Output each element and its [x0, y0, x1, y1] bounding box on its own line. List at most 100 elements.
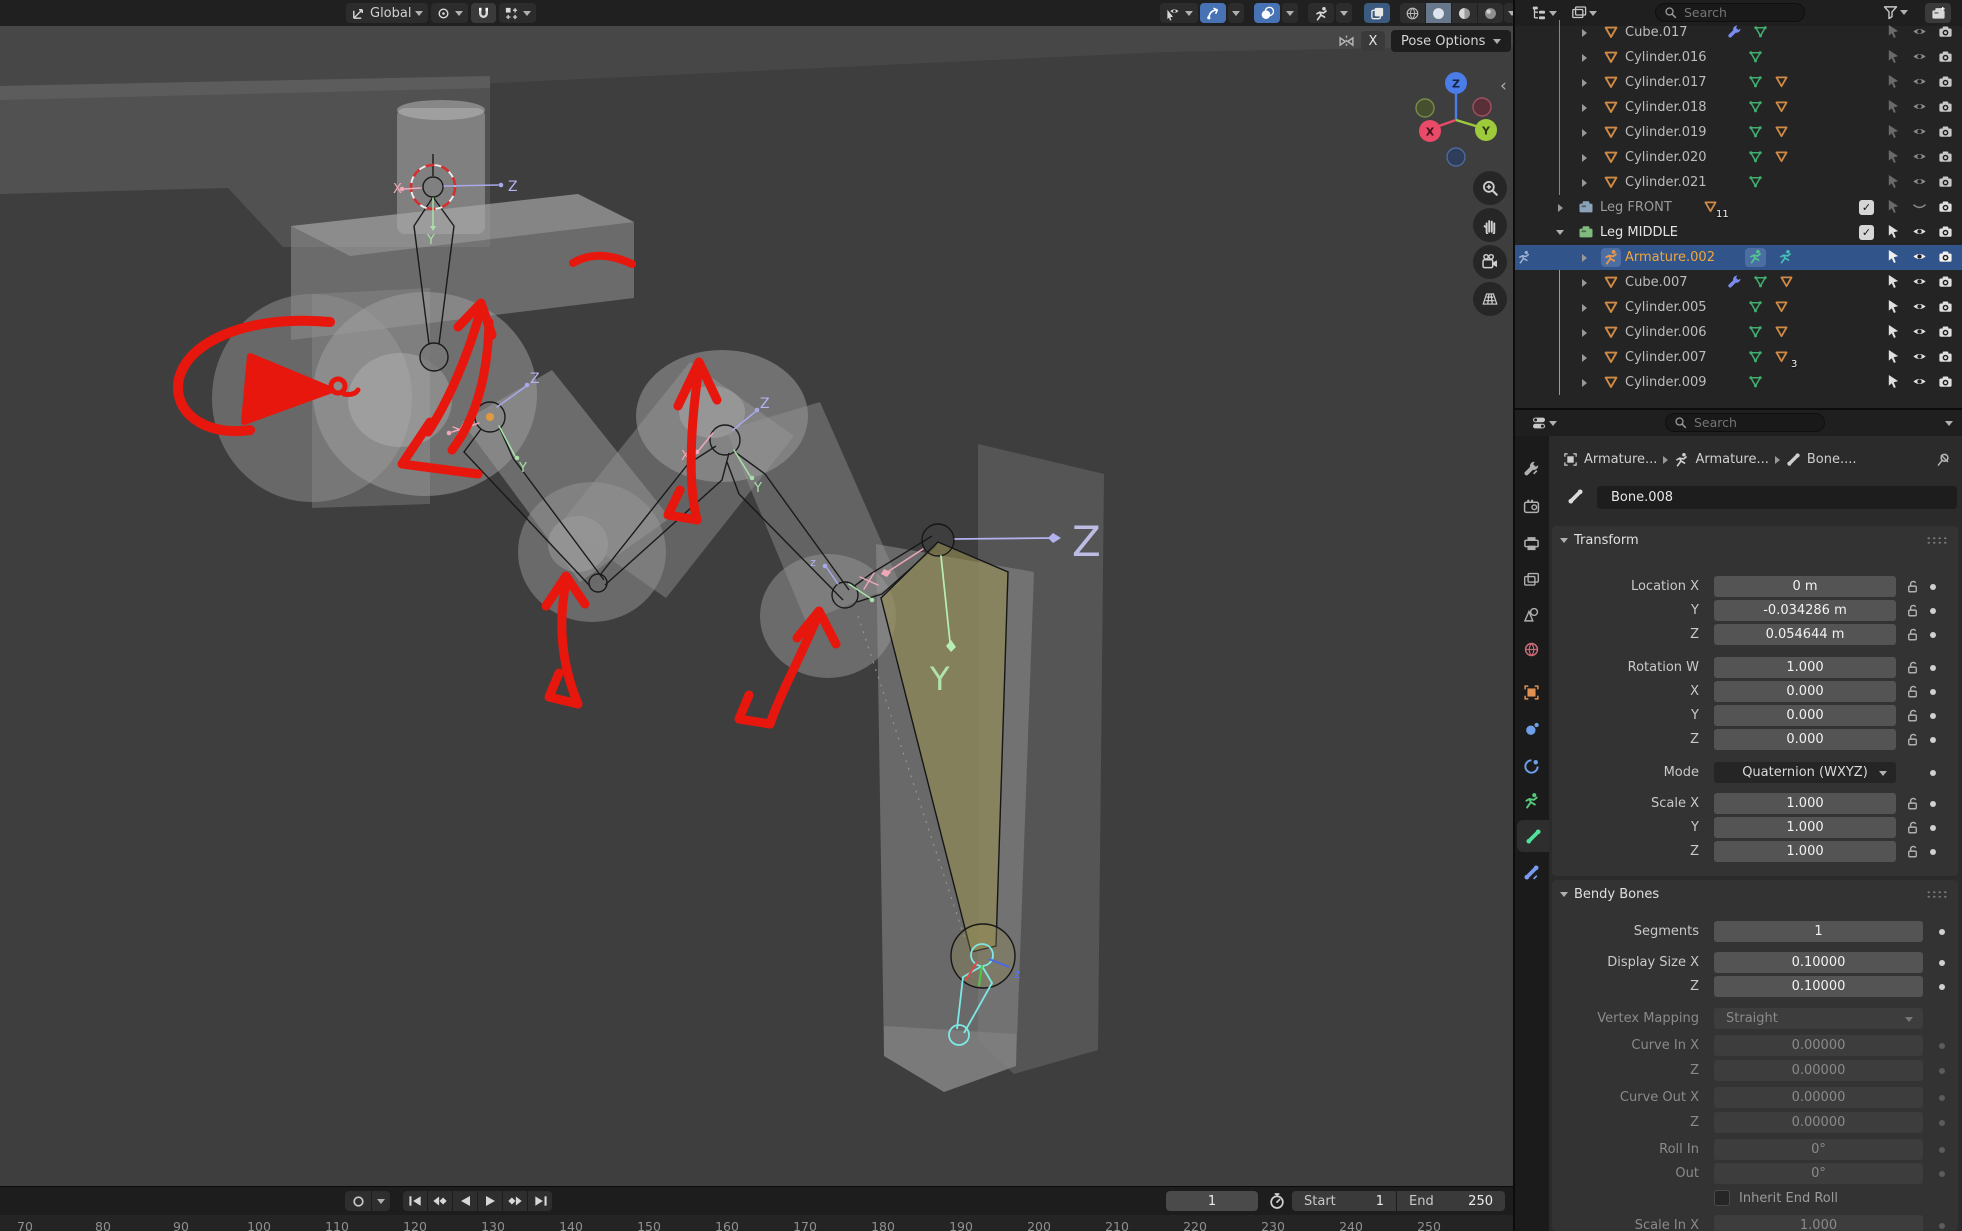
tab-output[interactable]: [1523, 535, 1540, 552]
pivot-point-dropdown[interactable]: [431, 3, 468, 23]
animate-dot[interactable]: [1930, 689, 1936, 695]
render-camera-icon[interactable]: [1938, 299, 1953, 314]
scale-y-field[interactable]: 1.000: [1714, 817, 1896, 838]
collection-checkbox[interactable]: ✓: [1859, 200, 1874, 215]
hide-eye-icon[interactable]: [1912, 74, 1927, 89]
selectable-icon[interactable]: [1886, 199, 1901, 214]
selectable-icon[interactable]: [1886, 349, 1901, 364]
transform-orientation-dropdown[interactable]: Global: [346, 3, 428, 23]
panel-collapse-icon[interactable]: [1560, 892, 1568, 897]
selectable-icon[interactable]: [1886, 124, 1901, 139]
show-eye-icon[interactable]: [1912, 224, 1927, 239]
selectable-icon[interactable]: [1886, 324, 1901, 339]
animate-dot[interactable]: [1939, 1147, 1945, 1153]
animate-dot[interactable]: [1930, 801, 1936, 807]
play-reverse-button[interactable]: [453, 1191, 477, 1211]
lock-open-icon[interactable]: [1905, 820, 1920, 835]
outliner-row-armature-selected[interactable]: Armature.002: [1515, 245, 1962, 270]
collapse-icon[interactable]: [1556, 230, 1564, 235]
selectable-icon[interactable]: [1886, 24, 1901, 39]
animate-dot[interactable]: [1930, 665, 1936, 671]
expand-icon[interactable]: [1582, 179, 1587, 187]
tab-bone-constraints[interactable]: [1523, 864, 1540, 881]
expand-icon[interactable]: [1582, 79, 1587, 87]
show-eye-icon[interactable]: [1912, 324, 1927, 339]
location-y-field[interactable]: -0.034286 m: [1714, 600, 1896, 621]
properties-search-input[interactable]: [1692, 414, 1796, 431]
animate-dot[interactable]: [1939, 984, 1945, 990]
animate-dot[interactable]: [1939, 1068, 1945, 1074]
animate-dot[interactable]: [1930, 713, 1936, 719]
xray-toggle[interactable]: [1364, 3, 1390, 23]
panel-grip-icon[interactable]: [1926, 890, 1948, 899]
animate-dot[interactable]: [1930, 584, 1936, 590]
outliner-row[interactable]: Cylinder.020: [1515, 145, 1962, 170]
selectable-icon[interactable]: [1886, 249, 1901, 264]
play-button[interactable]: [478, 1191, 502, 1211]
pose-display-dropdown[interactable]: [1336, 3, 1352, 23]
curve-in-x-field[interactable]: 0.00000: [1714, 1035, 1923, 1056]
animate-dot[interactable]: [1930, 632, 1936, 638]
outliner-search-input[interactable]: [1682, 4, 1786, 21]
timeline-ruler[interactable]: 7080 90100 110120 130140 150160 170180 1…: [0, 1215, 1513, 1231]
animate-dot[interactable]: [1939, 1095, 1945, 1101]
render-camera-icon[interactable]: [1938, 99, 1953, 114]
camera-view-button[interactable]: [1473, 245, 1507, 279]
animate-dot[interactable]: [1930, 608, 1936, 614]
hide-eye-icon[interactable]: [1912, 124, 1927, 139]
pose-options-dropdown[interactable]: Pose Options: [1391, 30, 1511, 52]
shading-wireframe-button[interactable]: [1400, 3, 1425, 23]
outliner-row-collection[interactable]: Leg MIDDLE ✓: [1515, 220, 1962, 245]
animate-dot[interactable]: [1939, 1043, 1945, 1049]
collection-checkbox[interactable]: ✓: [1859, 225, 1874, 240]
outliner-row[interactable]: Cylinder.021: [1515, 170, 1962, 195]
lock-open-icon[interactable]: [1905, 732, 1920, 747]
expand-icon[interactable]: [1582, 279, 1587, 287]
rotation-mode-dropdown[interactable]: Quaternion (WXYZ): [1714, 762, 1896, 783]
tab-tool[interactable]: [1523, 460, 1540, 477]
rotation-z-field[interactable]: 0.000: [1714, 729, 1896, 750]
expand-icon[interactable]: [1582, 54, 1587, 62]
breadcrumb-data[interactable]: Armature...: [1695, 452, 1768, 467]
render-camera-icon[interactable]: [1938, 349, 1953, 364]
pan-button[interactable]: [1473, 208, 1507, 242]
lock-open-icon[interactable]: [1905, 603, 1920, 618]
scale-z-field[interactable]: 1.000: [1714, 841, 1896, 862]
lock-open-icon[interactable]: [1905, 844, 1920, 859]
render-camera-icon[interactable]: [1938, 149, 1953, 164]
sidebar-collapse-chevron[interactable]: ‹: [1500, 76, 1507, 96]
panel-grip-icon[interactable]: [1926, 536, 1948, 545]
animate-dot[interactable]: [1930, 737, 1936, 743]
show-eye-icon[interactable]: [1912, 374, 1927, 389]
object-visibility-dropdown[interactable]: [1160, 3, 1198, 23]
expand-icon[interactable]: [1582, 354, 1587, 362]
curve-out-z-field[interactable]: 0.00000: [1714, 1112, 1923, 1133]
display-size-x-field[interactable]: 0.10000: [1714, 952, 1923, 973]
hide-eye-closed-icon[interactable]: [1912, 199, 1927, 214]
next-keyframe-button[interactable]: [503, 1191, 527, 1211]
shading-material-button[interactable]: [1452, 3, 1477, 23]
inherit-end-roll-checkbox[interactable]: [1714, 1190, 1730, 1206]
breadcrumb-bone[interactable]: Bone....: [1807, 452, 1857, 467]
viewport-canvas[interactable]: X Z Y Z Y Z X Y z Z Y z: [0, 26, 1513, 1186]
zoom-button[interactable]: [1473, 171, 1507, 205]
panel-title[interactable]: Transform: [1574, 533, 1639, 548]
panel-title[interactable]: Bendy Bones: [1574, 887, 1659, 902]
animate-dot[interactable]: [1939, 929, 1945, 935]
mirror-x-toggle[interactable]: X: [1361, 31, 1385, 51]
render-camera-icon[interactable]: [1938, 249, 1953, 264]
render-camera-icon[interactable]: [1938, 199, 1953, 214]
show-gizmo-toggle[interactable]: [1200, 3, 1226, 23]
selectable-icon[interactable]: [1886, 274, 1901, 289]
render-camera-icon[interactable]: [1938, 124, 1953, 139]
snap-target-dropdown[interactable]: [499, 3, 536, 23]
expand-icon[interactable]: [1558, 204, 1563, 212]
outliner-row[interactable]: Cylinder.007 3: [1515, 345, 1962, 370]
hide-eye-icon[interactable]: [1912, 49, 1927, 64]
animate-dot[interactable]: [1939, 960, 1945, 966]
outliner-row-collection[interactable]: Leg FRONT 11 ✓: [1515, 195, 1962, 220]
hide-eye-icon[interactable]: [1912, 149, 1927, 164]
jump-to-start-button[interactable]: [403, 1191, 427, 1211]
jump-to-end-button[interactable]: [528, 1191, 552, 1211]
selectable-icon[interactable]: [1886, 374, 1901, 389]
